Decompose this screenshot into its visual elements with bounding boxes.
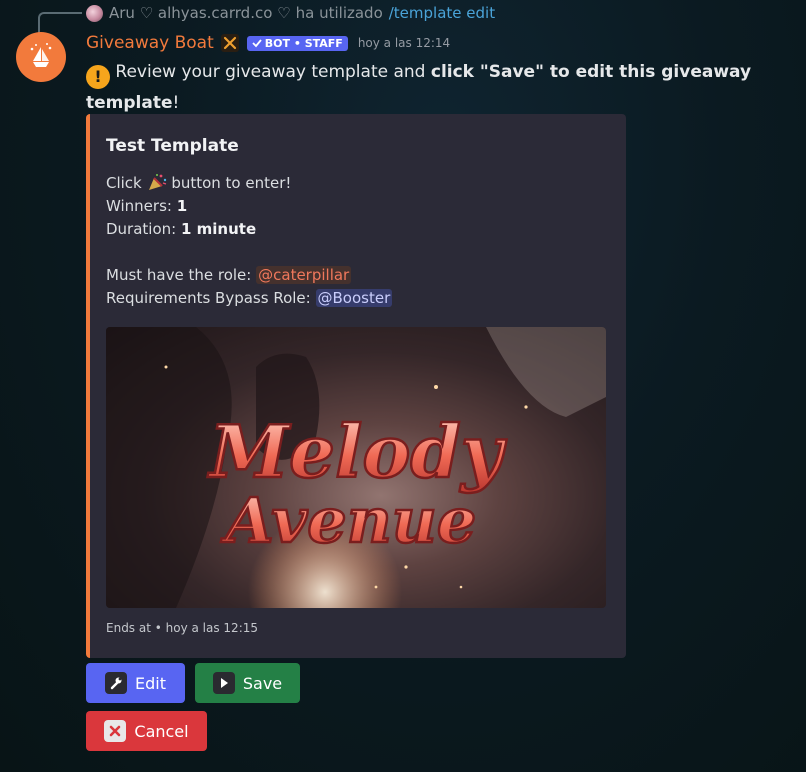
reply-action: ha utilizado [295, 4, 383, 22]
reply-username[interactable]: Aru ♡ alhyas.carrd.co ♡ [109, 4, 291, 22]
embed-title: Test Template [106, 136, 239, 156]
role-line: Must have the role: @caterpillar [106, 264, 392, 287]
reply-header: Aru ♡ alhyas.carrd.co ♡ ha utilizado /te… [86, 3, 495, 23]
save-button[interactable]: Save [195, 663, 300, 703]
cancel-button[interactable]: Cancel [86, 711, 207, 751]
edit-label: Edit [135, 673, 166, 693]
bypass-line: Requirements Bypass Role: @Booster [106, 287, 393, 310]
bot-name[interactable]: Giveaway Boat [86, 33, 214, 53]
winners-line: Winners: 1 [106, 195, 392, 218]
cancel-label: Cancel [134, 721, 189, 741]
message-timestamp[interactable]: hoy a las 12:14 [358, 36, 450, 50]
message-text-suffix: ! [172, 93, 180, 113]
role-mention[interactable]: @caterpillar [256, 266, 352, 284]
tools-icon [220, 34, 239, 52]
check-icon [252, 39, 262, 48]
save-label: Save [242, 673, 283, 693]
embed-description: Click button to enter! Winners: 1 Durati… [106, 172, 393, 310]
giveaway-embed: Test Template Click button to enter! Win… [86, 114, 626, 658]
reply-connector [38, 12, 82, 34]
wrench-icon [105, 672, 127, 694]
embed-image[interactable]: Melody Avenue [106, 327, 606, 608]
close-icon [104, 720, 127, 742]
duration-line: Duration: 1 minute [106, 218, 392, 241]
duration-value: 1 minute [180, 220, 257, 238]
enter-line: Click button to enter! [106, 172, 392, 195]
badge-label: BOT • STAFF [264, 36, 343, 50]
boat-logo-icon [30, 43, 52, 67]
bypass-mention[interactable]: @Booster [315, 289, 393, 307]
winners-value: 1 [176, 197, 188, 215]
embed-footer: Ends at • hoy a las 12:15 [106, 621, 259, 635]
bypass-label: Requirements Bypass Role: [106, 289, 311, 307]
enter-suffix: button to enter! [171, 174, 292, 192]
bot-badge: BOT • STAFF [246, 35, 348, 51]
reply-command[interactable]: /template edit [389, 4, 495, 22]
winners-label: Winners: [106, 197, 172, 215]
party-popper-icon [147, 173, 167, 191]
image-title-line1: Melody [206, 409, 506, 494]
warning-icon: ! [86, 65, 110, 89]
duration-label: Duration: [106, 220, 177, 238]
bot-avatar[interactable] [16, 32, 66, 82]
edit-button[interactable]: Edit [86, 663, 185, 703]
enter-prefix: Click [106, 174, 142, 192]
image-title-line2: Avenue [221, 484, 477, 557]
role-label: Must have the role: [106, 266, 252, 284]
user-avatar[interactable] [86, 4, 103, 22]
play-icon [212, 672, 235, 694]
message-header: Giveaway Boat BOT • STAFF hoy a las 12:1… [86, 32, 450, 54]
message-text-prefix: Review your giveaway template and [115, 62, 426, 82]
